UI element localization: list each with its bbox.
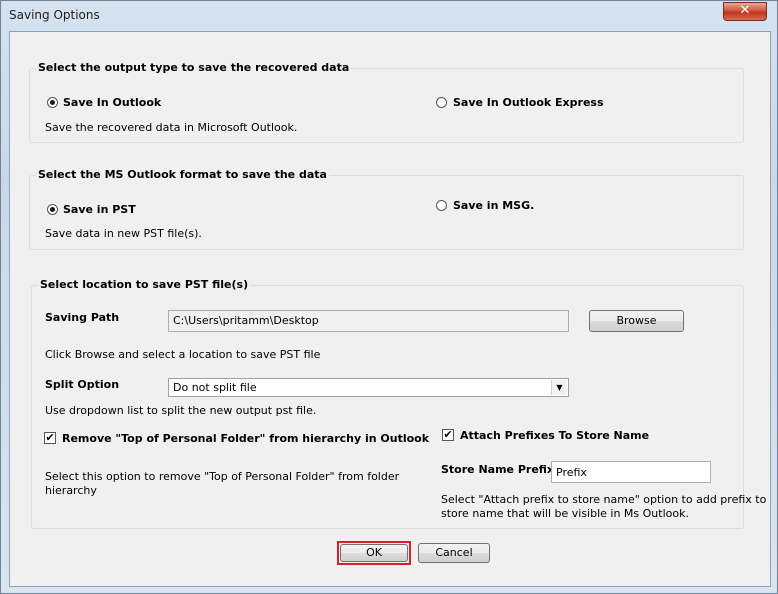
ok-button[interactable]: OK (340, 544, 408, 562)
cancel-button[interactable]: Cancel (418, 543, 490, 563)
outlook-format-legend: Select the MS Outlook format to save the… (36, 168, 329, 182)
outlook-format-group: Select the MS Outlook format to save the… (29, 168, 744, 250)
remove-top-hint-line2: hierarchy (45, 484, 97, 497)
saving-path-field[interactable]: C:\Users\pritamm\Desktop (168, 310, 569, 332)
cancel-button-label: Cancel (435, 546, 473, 559)
format-description: Save data in new PST file(s). (45, 227, 202, 240)
browse-button-label: Browse (616, 314, 657, 327)
dialog-title: Saving Options (9, 8, 100, 22)
saving-path-label: Saving Path (45, 311, 120, 324)
remove-top-checkbox[interactable]: ✔ (44, 432, 56, 444)
save-location-legend: Select location to save PST file(s) (38, 278, 251, 292)
remove-top-label[interactable]: Remove "Top of Personal Folder" from hie… (62, 432, 429, 445)
attach-prefix-checkbox[interactable]: ✔ (442, 429, 454, 441)
remove-top-hint-line1: Select this option to remove "Top of Per… (45, 470, 400, 483)
save-in-pst-radio[interactable] (47, 204, 58, 215)
dialog-body: Select the output type to save the recov… (9, 31, 771, 587)
save-in-outlook-label[interactable]: Save In Outlook (63, 96, 161, 109)
store-name-prefix-label: Store Name Prefix (441, 463, 555, 476)
save-in-outlook-radio[interactable] (47, 97, 58, 108)
save-in-msg-radio[interactable] (436, 200, 447, 211)
chevron-down-icon[interactable]: ▼ (551, 380, 567, 395)
browse-hint: Click Browse and select a location to sa… (45, 348, 321, 361)
store-name-prefix-input[interactable] (551, 461, 711, 483)
save-in-outlook-express-radio[interactable] (436, 97, 447, 108)
attach-prefix-label[interactable]: Attach Prefixes To Store Name (460, 429, 649, 442)
saving-options-dialog: Saving Options ✕ Select the output type … (0, 0, 778, 594)
check-icon: ✔ (45, 431, 55, 444)
browse-button[interactable]: Browse (589, 310, 684, 332)
output-type-legend: Select the output type to save the recov… (36, 61, 352, 75)
save-in-pst-label[interactable]: Save in PST (63, 203, 136, 216)
save-in-outlook-express-label[interactable]: Save In Outlook Express (453, 96, 604, 109)
store-prefix-hint-line2: store name that will be visible in Ms Ou… (441, 507, 689, 520)
save-in-msg-label[interactable]: Save in MSG. (453, 199, 534, 212)
check-icon: ✔ (443, 428, 453, 441)
store-prefix-hint-line1: Select "Attach prefix to store name" opt… (441, 493, 767, 506)
output-type-description: Save the recovered data in Microsoft Out… (45, 121, 298, 134)
output-type-group: Select the output type to save the recov… (29, 61, 744, 143)
close-button[interactable]: ✕ (723, 2, 767, 21)
close-icon: ✕ (739, 3, 751, 18)
save-location-group: Select location to save PST file(s) Savi… (31, 278, 766, 529)
split-hint: Use dropdown list to split the new outpu… (45, 404, 317, 417)
split-option-value: Do not split file (173, 381, 257, 394)
ok-button-label: OK (366, 546, 382, 559)
split-option-dropdown[interactable]: Do not split file ▼ (168, 378, 569, 397)
split-option-label: Split Option (45, 378, 120, 391)
